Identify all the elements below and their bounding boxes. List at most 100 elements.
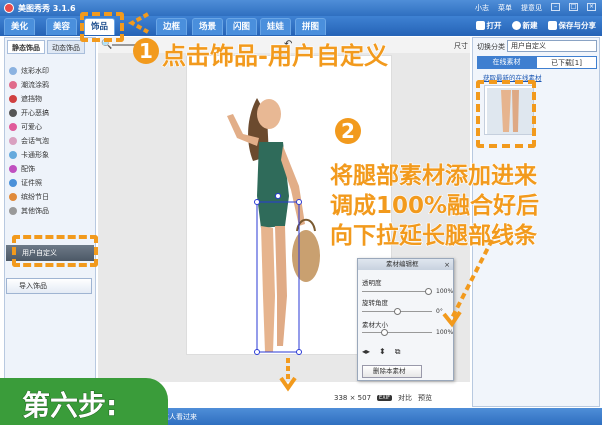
- preview-button[interactable]: 预览: [418, 393, 432, 403]
- accessory-category-list: 炫彩水印潮流涂鸦遮挡物开心恶搞可爱心会话气泡卡通形象配饰证件照缤纷节日其他饰品: [9, 64, 95, 218]
- category-label: 会话气泡: [21, 137, 49, 145]
- category-item[interactable]: 证件照: [9, 176, 95, 190]
- rotate-slider-handle[interactable]: [393, 308, 401, 315]
- category-label: 缤纷节日: [21, 193, 49, 201]
- category-icon: [9, 137, 17, 145]
- size-label: 素材大小: [362, 321, 388, 329]
- status-bar: 338 × 507 EXIF 对比 预览: [334, 393, 432, 403]
- folder-icon: [475, 21, 485, 30]
- category-item[interactable]: 可爱心: [9, 120, 95, 134]
- tab-border[interactable]: 边框: [156, 18, 188, 35]
- tab-flash[interactable]: 闪图: [226, 18, 258, 35]
- app-logo-icon: [4, 3, 14, 13]
- tab-collage[interactable]: 拼图: [295, 18, 327, 35]
- category-item[interactable]: 其他饰品: [9, 204, 95, 218]
- category-select[interactable]: 用户自定义: [507, 40, 597, 52]
- minimize-icon[interactable]: –: [551, 3, 560, 11]
- main-menu[interactable]: 菜单: [498, 3, 512, 13]
- highlight-user-custom: [12, 235, 98, 267]
- highlight-thumbnail: [476, 80, 536, 148]
- size-label[interactable]: 尺寸: [454, 41, 468, 51]
- tab-scene[interactable]: 场景: [192, 18, 224, 35]
- highlight-accessories-tab: [80, 12, 124, 42]
- category-icon: [9, 165, 17, 173]
- open-button[interactable]: 打开: [475, 20, 502, 31]
- category-item[interactable]: 遮挡物: [9, 92, 95, 106]
- app-title: 美图秀秀 3.1.6: [18, 4, 76, 13]
- title-bar-actions: 小志 菜单 提意见 – □ ×: [475, 3, 596, 13]
- category-label: 卡通形象: [21, 151, 49, 159]
- step2-number: 2: [335, 118, 361, 144]
- arrow-diagonal-icon: [442, 239, 494, 328]
- tab-static-accessories[interactable]: 静态饰品: [7, 40, 45, 54]
- opacity-slider[interactable]: [362, 291, 432, 292]
- size-slider-handle[interactable]: [380, 329, 388, 336]
- step1-instruction: 点击饰品-用户自定义: [161, 41, 388, 70]
- tab-doll[interactable]: 娃娃: [260, 18, 292, 35]
- category-icon: [9, 81, 17, 89]
- category-label: 证件照: [21, 179, 42, 187]
- size-slider[interactable]: [362, 332, 432, 333]
- flip-horizontal-icon[interactable]: ◂▸: [362, 347, 370, 357]
- rotate-label: 旋转角度: [362, 299, 388, 307]
- category-label: 遮挡物: [21, 95, 42, 103]
- step1-number: 1: [133, 38, 159, 64]
- close-icon[interactable]: ×: [587, 3, 596, 11]
- compare-button[interactable]: 对比: [398, 393, 412, 403]
- import-accessory-button[interactable]: 导入饰品: [6, 278, 92, 294]
- category-item[interactable]: 会话气泡: [9, 134, 95, 148]
- category-label: 切换分类: [477, 43, 505, 51]
- category-icon: [9, 109, 17, 117]
- step-banner: 第六步:: [0, 378, 168, 425]
- feedback-link[interactable]: 提意见: [521, 3, 542, 13]
- user-menu[interactable]: 小志: [475, 3, 489, 13]
- category-label: 潮流涂鸦: [21, 81, 49, 89]
- category-icon: [9, 179, 17, 187]
- tab-dynamic-accessories[interactable]: 动态饰品: [47, 40, 85, 54]
- category-icon: [9, 193, 17, 201]
- save-icon: [547, 21, 557, 30]
- step2-line-1: 将腿部素材添加进来: [329, 162, 537, 189]
- category-icon: [9, 123, 17, 131]
- category-icon: [9, 207, 17, 215]
- size-value: 100%: [436, 329, 454, 336]
- edit-tools: ◂▸ ⬍ ⧉: [362, 347, 400, 357]
- category-label: 炫彩水印: [21, 67, 49, 75]
- step2-line-3: 向下拉延长腿部线条: [329, 222, 537, 249]
- arrow-left-icon: [127, 12, 149, 34]
- plus-icon: [511, 21, 521, 30]
- category-item[interactable]: 炫彩水印: [9, 64, 95, 78]
- copy-icon[interactable]: ⧉: [395, 347, 401, 357]
- new-button[interactable]: 新建: [511, 20, 538, 31]
- category-item[interactable]: 开心恶搞: [9, 106, 95, 120]
- category-icon: [9, 151, 17, 159]
- category-label: 其他饰品: [21, 207, 49, 215]
- category-icon: [9, 67, 17, 75]
- arrow-down-icon: [279, 358, 297, 392]
- category-item[interactable]: 配饰: [9, 162, 95, 176]
- tab-downloaded-materials[interactable]: 已下载[1]: [536, 56, 597, 69]
- exif-badge[interactable]: EXIF: [377, 395, 392, 401]
- delete-material-button[interactable]: 删除本素材: [362, 365, 422, 378]
- accessory-panel: 静态饰品 动态饰品 炫彩水印潮流涂鸦遮挡物开心恶搞可爱心会话气泡卡通形象配饰证件…: [4, 37, 96, 382]
- image-dimensions: 338 × 507: [334, 394, 372, 402]
- flip-vertical-icon[interactable]: ⬍: [379, 347, 386, 357]
- category-icon: [9, 95, 17, 103]
- category-item[interactable]: 卡通形象: [9, 148, 95, 162]
- step2-line-2: 调成100%融合好后: [329, 192, 540, 219]
- tab-skin[interactable]: 美容: [46, 18, 78, 35]
- tab-online-materials[interactable]: 在线素材: [477, 56, 536, 69]
- category-item[interactable]: 缤纷节日: [9, 190, 95, 204]
- category-label: 可爱心: [21, 123, 42, 131]
- opacity-label: 透明度: [362, 279, 382, 287]
- edit-box-title: 素材编辑框 ×: [358, 259, 453, 270]
- maximize-icon[interactable]: □: [569, 3, 578, 11]
- tab-beautify[interactable]: 美化: [4, 18, 36, 35]
- opacity-slider-handle[interactable]: [425, 288, 432, 295]
- category-item[interactable]: 潮流涂鸦: [9, 78, 95, 92]
- category-label: 开心恶搞: [21, 109, 49, 117]
- category-label: 配饰: [21, 165, 35, 173]
- step-banner-text: 第六步:: [21, 389, 118, 423]
- file-actions: 打开 新建 保存与分享: [475, 20, 596, 31]
- save-share-button[interactable]: 保存与分享: [547, 20, 596, 31]
